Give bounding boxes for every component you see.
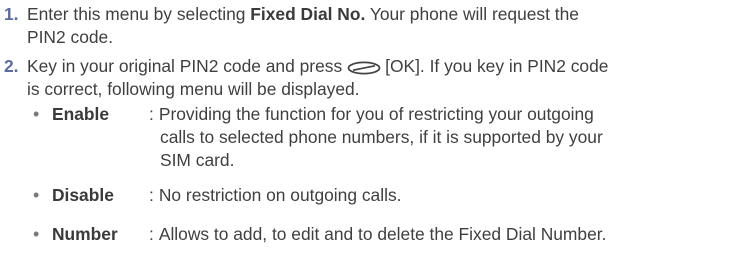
option-description: : Allows to add, to edit and to delete th… [149,223,749,246]
step-text-line2: PIN2 code. [27,27,114,47]
colon: : [149,104,154,124]
description-line: SIM card. [160,150,235,170]
option-name: Disable [52,185,114,205]
colon: : [149,224,154,244]
description-line: calls to selected phone numbers, if it i… [160,127,603,147]
step-text-prefix: Enter this menu by selecting [27,4,251,24]
description-line: No restriction on outgoing calls. [158,185,402,205]
step-text-suffix: Your phone will request the [365,4,579,24]
step-text: Key in your original PIN2 code and press… [27,55,753,101]
step-number: 1. [4,4,19,24]
step-number: 2. [4,56,19,76]
ok-soft-key-icon [347,58,381,75]
bullet: • [33,224,40,244]
step-text-line2: is correct, following menu will be displ… [27,79,360,99]
option-name: Enable [52,104,110,124]
step-text-after-key: [OK]. If you key in PIN2 code [385,56,609,76]
option-description: : No restriction on outgoing calls. [149,184,749,207]
description-line: Allows to add, to edit and to delete the… [158,224,607,244]
step-text: Enter this menu by selecting Fixed Dial … [27,3,753,49]
option-name: Number [52,224,118,244]
menu-name-fixed-dial: Fixed Dial No. [250,4,366,24]
step-text-prefix: Key in your original PIN2 code and press [27,56,343,76]
bullet: • [33,185,40,205]
option-description: : Providing the function for you of restr… [149,103,749,172]
colon: : [149,185,154,205]
description-line: Providing the function for you of restri… [158,104,594,124]
bullet: • [33,104,40,124]
